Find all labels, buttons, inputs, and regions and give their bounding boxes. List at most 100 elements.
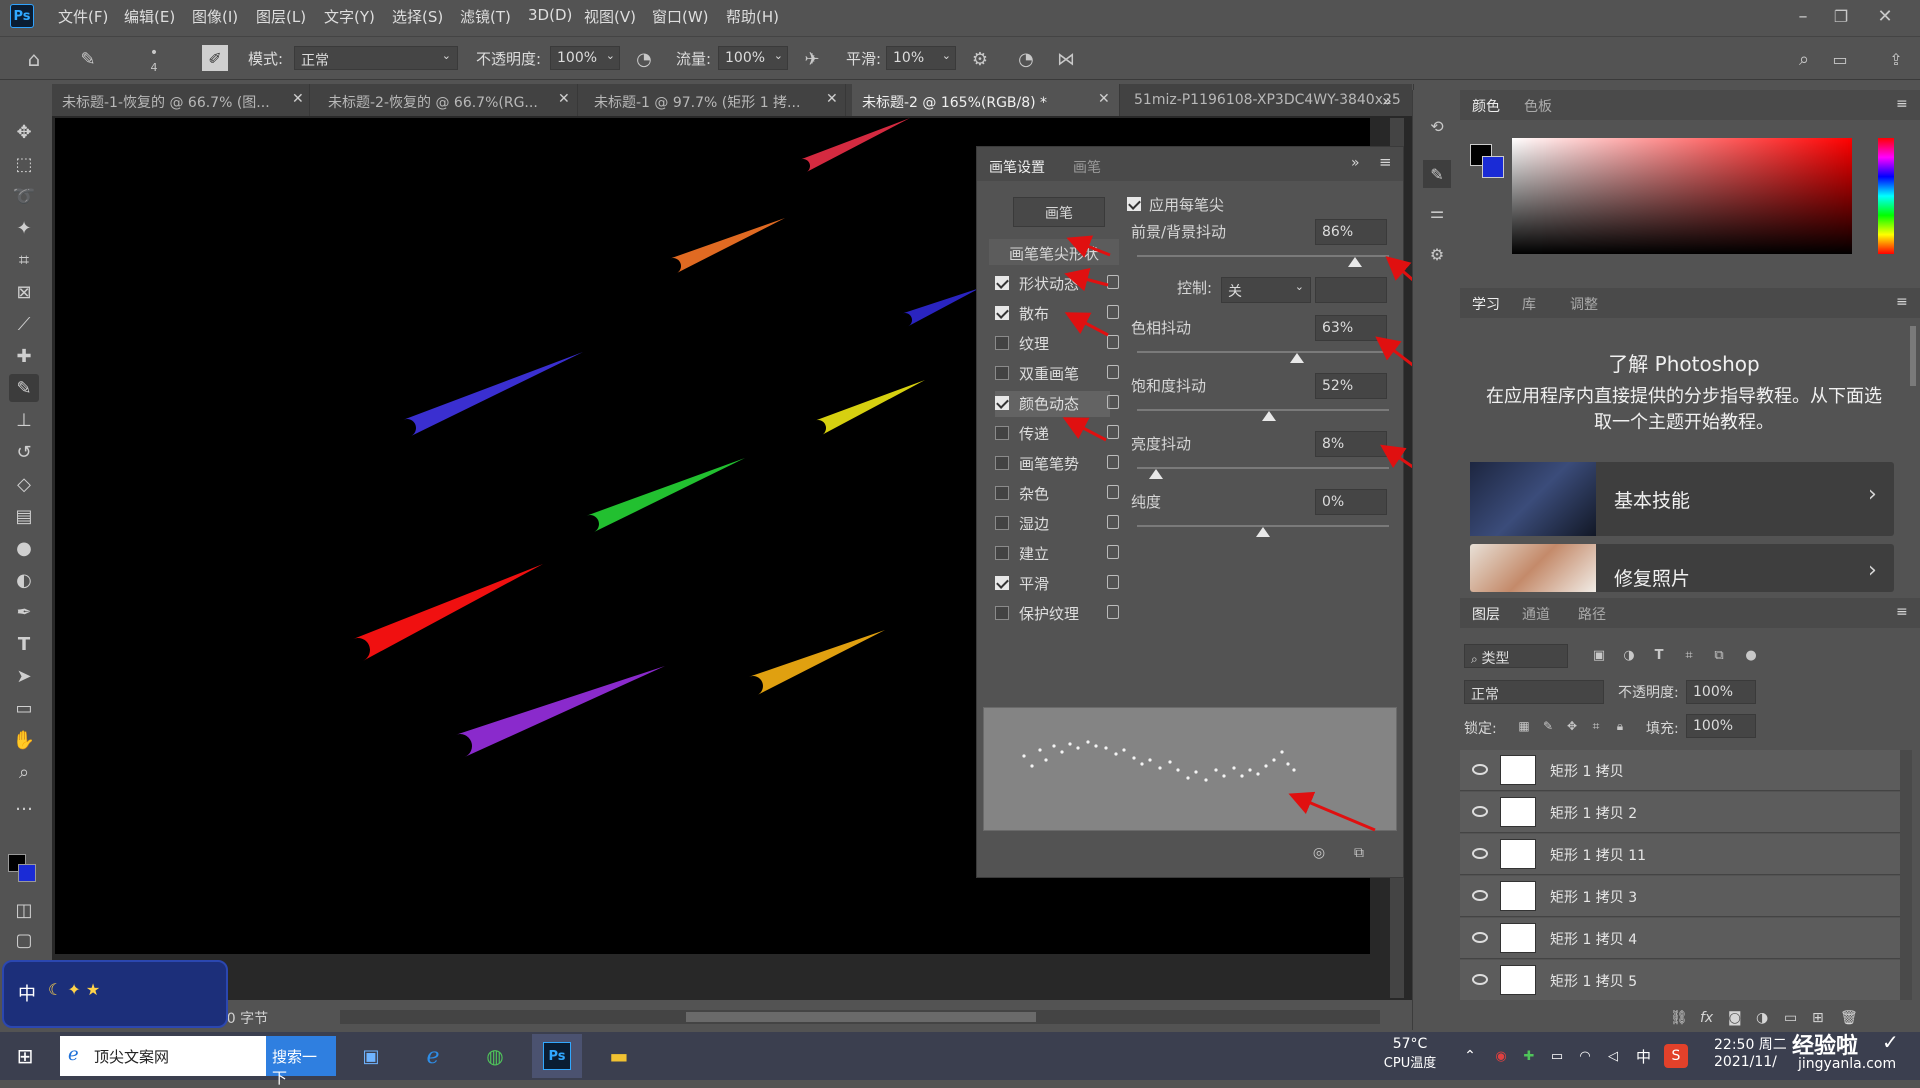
brush-option-checkbox[interactable] <box>995 276 1009 290</box>
brush-option-item[interactable]: 建立 <box>995 541 1119 567</box>
menu-image[interactable]: 图像(I) <box>192 6 238 27</box>
healing-tool-icon[interactable]: ✚ <box>9 342 39 370</box>
learn-scrollbar[interactable] <box>1910 326 1916 386</box>
properties-icon[interactable]: ⚙ <box>1423 240 1451 268</box>
eyedropper-tool-icon[interactable]: ⟋ <box>9 310 39 338</box>
filter-image-icon[interactable]: ▣ <box>1588 644 1610 666</box>
path-select-icon[interactable]: ➤ <box>9 662 39 690</box>
close-icon[interactable]: ✕ <box>1098 91 1110 107</box>
visibility-eye-icon[interactable] <box>1472 764 1488 775</box>
lock-icon[interactable] <box>1107 395 1119 409</box>
quick-select-tool-icon[interactable]: ✦ <box>9 214 39 242</box>
folder-icon[interactable]: ▭ <box>1784 1010 1797 1026</box>
edge-icon[interactable]: ℯ <box>416 1040 450 1072</box>
adjustment-layer-icon[interactable]: ◑ <box>1756 1010 1768 1026</box>
history-icon[interactable]: ⟲ <box>1423 112 1451 140</box>
restore-icon[interactable]: ❐ <box>1828 4 1854 28</box>
airbrush-icon[interactable]: ✈ <box>798 45 826 73</box>
blur-tool-icon[interactable]: ● <box>9 534 39 562</box>
layer-row[interactable]: 矩形 1 拷贝 2 <box>1460 792 1900 833</box>
close-icon[interactable]: ✕ <box>292 91 304 107</box>
more-tools-icon[interactable]: … <box>9 790 39 818</box>
opacity-input[interactable]: 100% ⌄ <box>550 46 620 70</box>
menu-select[interactable]: 选择(S) <box>392 6 443 27</box>
collapse-icon[interactable]: » <box>1351 155 1360 171</box>
menu-help[interactable]: 帮助(H) <box>726 6 779 27</box>
brush-option-item[interactable]: 散布 <box>995 301 1119 327</box>
brush-presets-button[interactable]: 画笔 <box>1013 197 1105 227</box>
hue-jitter-input[interactable]: 63% <box>1315 315 1387 341</box>
gear-icon[interactable]: ⚙ <box>966 45 994 73</box>
brush-size-preset[interactable]: • 4 <box>140 43 168 75</box>
stamp-tool-icon[interactable]: ⊥ <box>9 406 39 434</box>
learn-card-repair-photos[interactable]: 修复照片 › <box>1470 544 1894 592</box>
layer-row[interactable]: 矩形 1 拷贝 11 <box>1460 834 1900 875</box>
layer-row[interactable]: 矩形 1 拷贝 4 <box>1460 918 1900 959</box>
move-tool-icon[interactable]: ✥ <box>9 118 39 146</box>
tab-layers[interactable]: 图层 <box>1472 604 1500 624</box>
symmetry-icon[interactable]: ⋈ <box>1052 45 1080 73</box>
filter-smart-icon[interactable]: ⧉ <box>1708 644 1730 666</box>
saturation-jitter-thumb[interactable] <box>1262 411 1276 421</box>
history-brush-icon[interactable]: ↺ <box>9 438 39 466</box>
new-layer-icon[interactable]: ⊞ <box>1812 1010 1824 1026</box>
purity-thumb[interactable] <box>1256 527 1270 537</box>
brush-option-item[interactable]: 湿边 <box>995 511 1119 537</box>
control-extra-input[interactable] <box>1315 277 1387 303</box>
brush-option-item[interactable]: 传递 <box>995 421 1119 447</box>
tab-channels[interactable]: 通道 <box>1522 604 1550 624</box>
marquee-tool-icon[interactable]: ⬚ <box>9 150 39 178</box>
brush-panel-toggle-icon[interactable]: ✐ <box>202 45 228 71</box>
hand-tool-icon[interactable]: ✋ <box>9 726 39 754</box>
dodge-tool-icon[interactable]: ◐ <box>9 566 39 594</box>
brush-option-item[interactable]: 纹理 <box>995 331 1119 357</box>
brush-settings-icon[interactable]: ✎ <box>1423 160 1451 188</box>
lock-icon[interactable] <box>1107 485 1119 499</box>
bg-color-chip[interactable] <box>1482 156 1504 178</box>
eraser-tool-icon[interactable]: ◇ <box>9 470 39 498</box>
saturation-jitter-input[interactable]: 52% <box>1315 373 1387 399</box>
new-brush-icon[interactable]: ⧉ <box>1347 841 1371 865</box>
layer-opacity-input[interactable]: 100% <box>1686 680 1756 704</box>
brush-option-item[interactable]: 平滑 <box>995 571 1119 597</box>
brush-tool-icon[interactable]: ✎ <box>74 45 102 73</box>
tab-doc-4-active[interactable]: 未标题-2 @ 165%(RGB/8) * <box>852 84 1120 116</box>
background-color-swatch[interactable] <box>18 864 36 882</box>
filter-type-icon[interactable]: T <box>1648 644 1670 666</box>
gradient-tool-icon[interactable]: ▤ <box>9 502 39 530</box>
visibility-eye-icon[interactable] <box>1472 806 1488 817</box>
tab-color[interactable]: 颜色 <box>1472 96 1500 116</box>
lock-icon[interactable] <box>1107 455 1119 469</box>
layer-row[interactable]: 矩形 1 拷贝 <box>1460 750 1900 791</box>
horizontal-scrollbar[interactable] <box>340 1010 1380 1024</box>
brush-option-item[interactable]: 画笔笔势 <box>995 451 1119 477</box>
learn-card-basic-skills[interactable]: 基本技能 › <box>1470 462 1894 536</box>
mask-icon[interactable]: ◙ <box>1728 1010 1742 1026</box>
more-tabs-icon[interactable]: » <box>1382 91 1392 110</box>
tab-library[interactable]: 库 <box>1522 294 1536 314</box>
pressure-size-icon[interactable]: ◔ <box>1012 45 1040 73</box>
brush-option-checkbox[interactable] <box>995 426 1009 440</box>
close-icon[interactable]: ✕ <box>826 91 838 107</box>
wifi-icon[interactable]: ◠ <box>1574 1046 1596 1066</box>
lock-icon[interactable] <box>1107 425 1119 439</box>
brush-option-item[interactable]: 杂色 <box>995 481 1119 507</box>
lock-icon[interactable] <box>1107 335 1119 349</box>
tab-doc-2[interactable]: 未标题-2-恢复的 @ 66.7%(RG... <box>318 84 578 116</box>
brush-tip-shape-item[interactable]: 画笔笔尖形状 <box>989 239 1119 265</box>
menu-filter[interactable]: 滤镜(T) <box>460 6 511 27</box>
menu-type[interactable]: 文字(Y) <box>324 6 375 27</box>
chevron-up-icon[interactable]: ⌃ <box>1462 1046 1478 1066</box>
tab-learn[interactable]: 学习 <box>1472 294 1500 314</box>
zoom-tool-icon[interactable]: ⌕ <box>9 758 39 786</box>
layer-filter-select[interactable]: ⌕ 类型 <box>1464 644 1568 668</box>
lock-artboard-icon[interactable]: ⌗ <box>1586 716 1606 736</box>
layer-row[interactable]: 矩形 1 拷贝 3 <box>1460 876 1900 917</box>
crop-tool-icon[interactable]: ⌗ <box>9 246 39 274</box>
lock-position-icon[interactable]: ✥ <box>1562 716 1582 736</box>
lock-icon[interactable] <box>1107 365 1119 379</box>
blend-mode-select[interactable]: 正常 <box>1464 680 1604 704</box>
flow-input[interactable]: 100% ⌄ <box>718 46 788 70</box>
share-icon[interactable]: ⇪ <box>1882 45 1910 73</box>
mode-select[interactable]: 正常 ⌄ <box>294 46 458 70</box>
